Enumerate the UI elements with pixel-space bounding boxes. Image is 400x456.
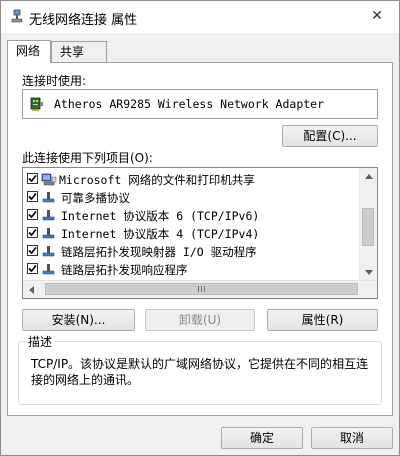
tab-network[interactable]: 网络: [7, 40, 51, 63]
button-label: 安装(N)...: [51, 313, 106, 327]
item-checkbox[interactable]: [27, 209, 38, 220]
scroll-left-button[interactable]: [23, 281, 40, 298]
button-label: 确定: [249, 431, 274, 445]
item-label: 链路层拓扑发现映射器 I/O 驱动程序: [61, 245, 257, 259]
item-checkbox[interactable]: [27, 245, 38, 256]
item-checkbox[interactable]: [27, 191, 38, 202]
item-label: Internet 协议版本 6 (TCP/IPv6): [61, 209, 260, 223]
tab-label: 网络: [16, 44, 41, 58]
title-bar[interactable]: 无线网络连接 属性 ✕: [1, 1, 399, 33]
scrollbar-corner: [360, 281, 377, 298]
tab-sharing[interactable]: 共享: [51, 41, 107, 62]
item-label: 可靠多播协议: [61, 191, 130, 205]
button-label: 属性(R): [301, 313, 344, 327]
list-item[interactable]: 可靠多播协议: [23, 188, 359, 206]
item-checkbox[interactable]: [27, 263, 38, 274]
button-label: 卸载(U): [178, 313, 222, 327]
vertical-scroll-thumb[interactable]: [362, 208, 374, 246]
connect-using-label: 连接时使用:: [22, 74, 87, 88]
check-icon: [28, 246, 37, 255]
item-label: Microsoft 网络的文件和打印机共享: [59, 173, 255, 187]
list-item[interactable]: 链路层拓扑发现映射器 I/O 驱动程序: [23, 242, 359, 260]
item-label: 链路层拓扑发现响应程序: [61, 263, 188, 277]
network-adapter-icon: [30, 97, 43, 111]
item-checkbox[interactable]: [27, 173, 38, 184]
configure-button[interactable]: 配置(C)...: [282, 125, 378, 147]
install-button[interactable]: 安装(N)...: [22, 309, 135, 331]
cancel-button[interactable]: 取消: [311, 427, 393, 449]
window-title: 无线网络连接 属性: [29, 13, 138, 28]
vertical-scrollbar[interactable]: [359, 168, 377, 281]
button-label: 取消: [339, 431, 364, 445]
scroll-down-button[interactable]: [360, 264, 377, 281]
button-label: 配置(C)...: [303, 129, 357, 143]
description-text: TCP/IP。该协议是默认的广域网络协议，它提供在不同的相互连接的网络上的通讯。: [31, 357, 369, 387]
list-item[interactable]: 链路层拓扑发现响应程序: [23, 260, 359, 278]
uninstall-button: 卸载(U): [145, 309, 255, 331]
check-icon: [28, 210, 37, 219]
network-adapter-icon: [11, 9, 23, 23]
arrow-up-icon: [364, 174, 373, 179]
arrow-left-icon: [29, 285, 34, 294]
adapter-field: Atheros AR9285 Wireless Network Adapter: [22, 89, 378, 119]
list-item[interactable]: Microsoft 网络的文件和打印机共享: [23, 170, 359, 188]
protocol-icon: [42, 246, 55, 257]
close-icon: ✕: [371, 8, 383, 24]
arrow-down-icon: [364, 270, 373, 275]
components-list: Microsoft 网络的文件和打印机共享 可靠多播协议 Internet 协议…: [22, 167, 378, 299]
file-printer-sharing-icon: [41, 173, 57, 186]
items-section-label: 此连接使用下列项目(O):: [22, 151, 153, 165]
properties-button[interactable]: 属性(R): [267, 309, 378, 331]
scroll-up-button[interactable]: [360, 168, 377, 185]
description-legend: 描述: [25, 333, 56, 350]
list-item[interactable]: Internet 协议版本 4 (TCP/IPv4): [23, 224, 359, 242]
adapter-name: Atheros AR9285 Wireless Network Adapter: [54, 97, 325, 111]
horizontal-scroll-thumb[interactable]: [45, 283, 358, 295]
item-label: Internet 协议版本 4 (TCP/IPv4): [61, 227, 260, 241]
horizontal-scrollbar[interactable]: [23, 280, 377, 298]
protocol-icon: [42, 192, 55, 203]
list-item[interactable]: Internet 协议版本 6 (TCP/IPv6): [23, 206, 359, 224]
network-tab-panel: 连接时使用: Atheros AR9285 Wireless Network A…: [7, 62, 393, 416]
protocol-icon: [42, 228, 55, 239]
grip-icon: [198, 286, 205, 292]
check-icon: [28, 264, 37, 273]
protocol-icon: [42, 264, 55, 275]
check-icon: [28, 228, 37, 237]
close-button[interactable]: ✕: [359, 5, 395, 27]
check-icon: [28, 192, 37, 201]
item-checkbox[interactable]: [27, 227, 38, 238]
ok-button[interactable]: 确定: [221, 427, 303, 449]
check-icon: [28, 174, 37, 183]
protocol-icon: [42, 210, 55, 221]
description-group: 描述 TCP/IP。该协议是默认的广域网络协议，它提供在不同的相互连接的网络上的…: [18, 333, 382, 405]
tab-label: 共享: [60, 45, 85, 59]
properties-dialog: 无线网络连接 属性 ✕ 网络 共享 连接时使用: Atheros AR9285 …: [0, 0, 400, 456]
